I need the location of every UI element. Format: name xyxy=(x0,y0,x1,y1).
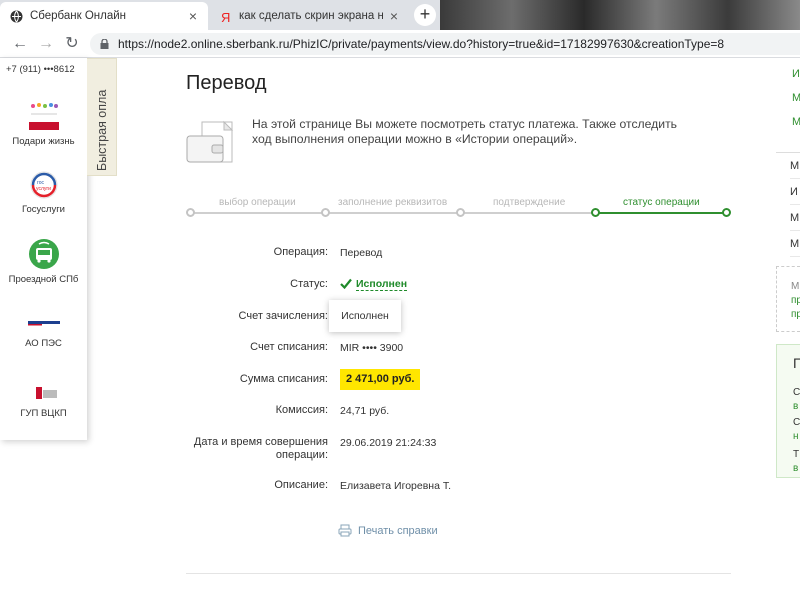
step-label: заполнение реквизитов xyxy=(338,197,448,208)
description-label: Описание: xyxy=(274,479,328,491)
amount-label: Сумма списания: xyxy=(239,373,328,385)
close-tab-icon[interactable]: × xyxy=(387,2,401,30)
right-link[interactable]: М xyxy=(792,92,800,104)
new-tab-button[interactable]: + xyxy=(414,4,436,26)
fee-value: 24,71 руб. xyxy=(340,405,390,417)
phone-number: +7 (911) •••8612 xyxy=(6,64,75,75)
wallet-document-icon xyxy=(186,120,234,163)
svg-text:услуги: услуги xyxy=(36,186,51,192)
right-green-text: С xyxy=(793,417,800,428)
browser-tab-bar: Сбербанк Онлайн × Я как сделать скрин эк… xyxy=(0,0,800,30)
check-icon xyxy=(340,278,352,289)
right-panel-links: И М М xyxy=(776,58,800,148)
service-label: Госуслуги xyxy=(21,204,65,215)
podari-zhizn-logo xyxy=(28,103,59,130)
service-gosuslugi[interactable]: гос услуги Госуслуги xyxy=(0,170,87,215)
service-podari-zhizn[interactable]: Подари жизнь xyxy=(0,102,87,147)
address-bar[interactable]: https://node2.online.sberbank.ru/PhizIC/… xyxy=(90,33,800,55)
right-menu-item[interactable]: М xyxy=(790,205,800,231)
step-dot-active xyxy=(591,208,600,217)
tab-title: Сбербанк Онлайн xyxy=(30,10,127,22)
status-value-wrap: Исполнен xyxy=(340,278,408,291)
tab-yandex[interactable]: Я как сделать скрин экрана на ко × xyxy=(209,2,409,30)
fee-label: Комиссия: xyxy=(275,404,328,416)
progress-steps: выбор операции заполнение реквизитов под… xyxy=(186,192,731,222)
step-label: подтверждение xyxy=(493,197,566,208)
print-receipt-link[interactable]: Печать справки xyxy=(338,524,438,537)
right-panel-box: М пр пр xyxy=(776,266,800,332)
debit-account-value: MIR •••• 3900 xyxy=(340,342,404,354)
status-label: Статус: xyxy=(290,278,328,290)
yandex-icon: Я xyxy=(221,10,230,23)
step-dot-active xyxy=(722,208,731,217)
step-dot xyxy=(321,208,330,217)
step-label-active: статус операции xyxy=(623,197,700,208)
debit-account-label: Счет списания: xyxy=(250,341,328,353)
svg-text:Я: Я xyxy=(221,10,230,23)
step-dot xyxy=(456,208,465,217)
status-tooltip: Исполнен xyxy=(329,300,401,332)
right-panel-green: П С в С н Т в xyxy=(776,344,800,478)
back-arrow-icon[interactable]: ← xyxy=(10,33,30,55)
service-label: ГУП ВЦКП xyxy=(20,408,67,419)
right-green-text: П xyxy=(793,355,800,371)
vckp-logo xyxy=(35,387,57,399)
quick-pay-tab[interactable]: Быстрая опла xyxy=(87,58,117,176)
right-box-text: пр xyxy=(791,295,800,306)
close-tab-icon[interactable]: × xyxy=(186,2,200,30)
tab-sberbank[interactable]: Сбербанк Онлайн × xyxy=(0,2,208,30)
right-link[interactable]: И xyxy=(792,68,800,80)
right-menu-item[interactable]: М xyxy=(790,153,800,179)
divider xyxy=(186,573,731,574)
services-sidebar: +7 (911) •••8612 Подари жизнь гос услуги… xyxy=(0,58,87,440)
url-text: https://node2.online.sberbank.ru/PhizIC/… xyxy=(118,37,725,51)
quick-pay-label: Быстрая опла xyxy=(95,89,109,171)
right-box-text: М xyxy=(791,281,800,292)
right-menu-item[interactable]: М xyxy=(790,231,800,257)
datetime-value: 29.06.2019 21:24:33 xyxy=(340,437,437,449)
sberbank-globe-icon xyxy=(10,10,23,23)
reload-icon[interactable]: ↻ xyxy=(62,33,82,55)
credit-account-label: Счет зачисления: xyxy=(238,310,328,322)
right-menu-item[interactable]: И xyxy=(790,179,800,205)
right-link[interactable]: М xyxy=(792,116,800,128)
step-track xyxy=(190,212,596,214)
right-green-text: в xyxy=(793,401,799,412)
operation-value: Перевод xyxy=(340,247,383,259)
right-green-text: в xyxy=(793,463,799,474)
right-green-text: С xyxy=(793,387,800,398)
status-value[interactable]: Исполнен xyxy=(356,278,408,291)
description-value: Елизавета Игоревна Т. xyxy=(340,480,452,492)
gosuslugi-logo: гос услуги xyxy=(30,171,57,199)
info-text: На этой странице Вы можете посмотреть ст… xyxy=(252,117,678,146)
right-green-text: н xyxy=(793,431,799,442)
lock-icon xyxy=(100,39,109,49)
print-label: Печать справки xyxy=(358,525,438,537)
service-label: Подари жизнь xyxy=(12,136,75,147)
service-proezdnoy[interactable]: Проездной СПб xyxy=(0,238,87,285)
tab-title: как сделать скрин экрана на ко xyxy=(239,10,383,22)
service-label: Проездной СПб xyxy=(8,274,79,285)
operation-label: Операция: xyxy=(273,246,328,258)
amount-value: 2 471,00 руб. xyxy=(340,369,421,390)
service-gup-vckp[interactable]: ГУП ВЦКП xyxy=(0,382,87,419)
page-title: Перевод xyxy=(186,72,267,94)
browser-toolbar: ← → ↻ https://node2.online.sberbank.ru/P… xyxy=(0,30,800,58)
pes-logo xyxy=(27,321,60,326)
service-ao-pes[interactable]: АО ПЭС xyxy=(0,312,87,349)
bus-ticket-logo xyxy=(28,239,59,269)
service-label: АО ПЭС xyxy=(25,338,62,349)
step-track-active xyxy=(596,212,726,214)
tab-bar-background xyxy=(440,0,800,30)
right-box-text: пр xyxy=(791,309,800,320)
right-panel-menu: М И М М xyxy=(776,152,800,260)
step-dot xyxy=(186,208,195,217)
forward-arrow-icon[interactable]: → xyxy=(36,33,56,55)
step-label: выбор операции xyxy=(219,197,296,208)
printer-icon xyxy=(338,524,352,537)
datetime-label: Дата и время совершения операции: xyxy=(193,436,328,461)
right-green-text: Т xyxy=(793,449,800,460)
